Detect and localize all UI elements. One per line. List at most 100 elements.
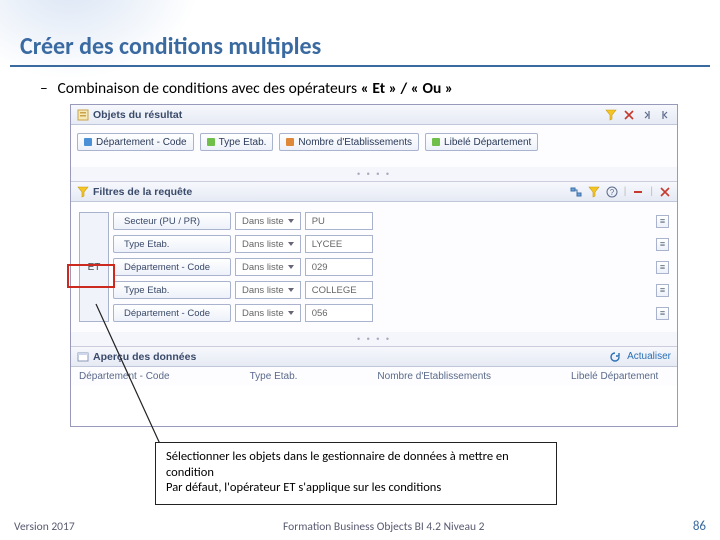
result-object-chip[interactable]: Département - Code [77, 133, 194, 151]
operator-dropdown[interactable]: Dans liste [235, 304, 301, 322]
operator-dropdown[interactable]: Dans liste [235, 212, 301, 230]
results-body: Département - Code Type Etab. Nombre d'Eta… [71, 125, 677, 167]
chip-label: Libelé Département [444, 137, 531, 148]
results-header: Objets du résultat [71, 105, 677, 125]
filter-name-text: Type Etab. [124, 285, 169, 296]
filter-object[interactable]: Département - Code [113, 304, 231, 322]
chevron-down-icon [288, 219, 294, 223]
filter-name-text: Département - Code [124, 262, 210, 273]
preview-column-header: Nombre d'Etablissements [377, 371, 491, 382]
result-object-chip[interactable]: Type Etab. [200, 133, 274, 151]
filters-header: Filtres de la requête ? | | [71, 182, 677, 202]
list-picker-icon[interactable]: ≡ [656, 261, 669, 274]
subtitle-bold: « Et » / « Ou » [361, 79, 454, 98]
filter-value-input[interactable]: 029 [305, 258, 373, 276]
footer-version: Version 2017 [14, 520, 75, 534]
collapse-right-icon[interactable] [659, 109, 671, 121]
filter-value-input[interactable]: 056 [305, 304, 373, 322]
results-panel: Objets du résultat Département - Code Typ… [71, 105, 677, 182]
filter-row: Secteur (PU / PR) Dans listePU ≡ [113, 212, 669, 230]
slide-footer: Version 2017 Formation Business Objects … [0, 519, 720, 534]
results-toolbar [605, 109, 671, 121]
preview-icon [77, 351, 89, 363]
list-picker-icon[interactable]: ≡ [656, 284, 669, 297]
bullet-dash: – [40, 79, 54, 98]
filters-body: ET Secteur (PU / PR)Dans listePU≡Type Et… [71, 202, 677, 332]
separator: | [624, 186, 627, 197]
attr-icon [207, 138, 215, 146]
query-panel-app: Objets du résultat Département - Code Typ… [70, 104, 678, 427]
preview-header: Aperçu des données Actualiser [71, 347, 677, 367]
filter-value-input[interactable]: PU [305, 212, 373, 230]
preview-panel: Aperçu des données Actualiser Départemen… [71, 347, 677, 426]
result-object-chip[interactable]: Nombre d'Etablissements [279, 133, 419, 151]
chevron-down-icon [288, 311, 294, 315]
splitter[interactable]: • • • • [71, 167, 677, 181]
separator: | [650, 186, 653, 197]
footer-page: 86 [693, 519, 706, 534]
preview-column-header: Type Etab. [250, 371, 298, 382]
splitter[interactable]: • • • • [71, 332, 677, 346]
filter-name-text: Département - Code [124, 308, 210, 319]
results-label: Objets du résultat [93, 109, 601, 121]
chevron-down-icon [288, 288, 294, 292]
operator-toggle[interactable]: ET [79, 212, 109, 322]
subquery-icon[interactable] [588, 186, 600, 198]
svg-text:?: ? [610, 188, 615, 197]
remove-icon[interactable] [632, 186, 644, 198]
subtitle-text: Combinaison de conditions avec des opéra… [58, 79, 361, 98]
msr-icon [286, 138, 294, 146]
results-icon [77, 109, 89, 121]
preview-empty [71, 386, 677, 426]
filters-label: Filtres de la requête [93, 186, 566, 198]
filter-object[interactable]: Secteur (PU / PR) [113, 212, 231, 230]
filter-rows: Secteur (PU / PR)Dans listePU≡Type Etab.… [113, 212, 669, 322]
preview-columns: Département - Code Type Etab. Nombre d'Eta… [71, 367, 677, 386]
footer-title: Formation Business Objects BI 4.2 Niveau… [75, 520, 693, 534]
refresh-label[interactable]: Actualiser [627, 351, 671, 362]
filter-row: Type Etab. Dans listeCOLLEGE ≡ [113, 281, 669, 299]
delete-all-icon[interactable] [659, 186, 671, 198]
page-title: Créer des conditions multiples [10, 0, 710, 67]
filters-panel: Filtres de la requête ? | | ET Secteur (… [71, 182, 677, 347]
subtitle: – Combinaison de conditions avec des opé… [0, 75, 720, 104]
filter-row: Département - Code Dans liste029 ≡ [113, 258, 669, 276]
collapse-left-icon[interactable] [641, 109, 653, 121]
preview-column-header: Libelé Département [571, 371, 658, 382]
dim-icon [84, 138, 92, 146]
add-nested-icon[interactable] [570, 186, 582, 198]
filter-object[interactable]: Type Etab. [113, 235, 231, 253]
operator-dropdown[interactable]: Dans liste [235, 258, 301, 276]
callout-line1: Sélectionner les objets dans le gestionn… [166, 449, 546, 480]
callout-line2: Par défaut, l'opérateur ET s'applique su… [166, 480, 546, 496]
refresh-icon[interactable] [609, 351, 621, 363]
chevron-down-icon [288, 242, 294, 246]
filter-name-text: Secteur (PU / PR) [124, 216, 200, 227]
list-picker-icon[interactable]: ≡ [656, 215, 669, 228]
delete-icon[interactable] [623, 109, 635, 121]
funnel-icon [77, 186, 89, 198]
chevron-down-icon [288, 265, 294, 269]
filter-object[interactable]: Type Etab. [113, 281, 231, 299]
preview-label: Aperçu des données [93, 351, 605, 363]
callout-box: Sélectionner les objets dans le gestionn… [155, 442, 557, 505]
filter-area: ET Secteur (PU / PR)Dans listePU≡Type Et… [79, 212, 669, 322]
filter-name-text: Type Etab. [124, 239, 169, 250]
filters-toolbar: ? | | [570, 186, 671, 198]
preview-column-header: Département - Code [79, 371, 170, 382]
result-object-chip[interactable]: Libelé Département [425, 133, 538, 151]
operator-dropdown[interactable]: Dans liste [235, 281, 301, 299]
chip-label: Département - Code [96, 137, 187, 148]
filter-object[interactable]: Département - Code [113, 258, 231, 276]
operator-dropdown[interactable]: Dans liste [235, 235, 301, 253]
prompt-icon[interactable]: ? [606, 186, 618, 198]
chip-label: Type Etab. [219, 137, 267, 148]
chip-label: Nombre d'Etablissements [298, 137, 412, 148]
attr-icon [432, 138, 440, 146]
filter-value-input[interactable]: COLLEGE [305, 281, 373, 299]
list-picker-icon[interactable]: ≡ [656, 307, 669, 320]
list-picker-icon[interactable]: ≡ [656, 238, 669, 251]
filter-quick-icon[interactable] [605, 109, 617, 121]
filter-value-input[interactable]: LYCEE [305, 235, 373, 253]
filter-row: Type Etab. Dans listeLYCEE ≡ [113, 235, 669, 253]
